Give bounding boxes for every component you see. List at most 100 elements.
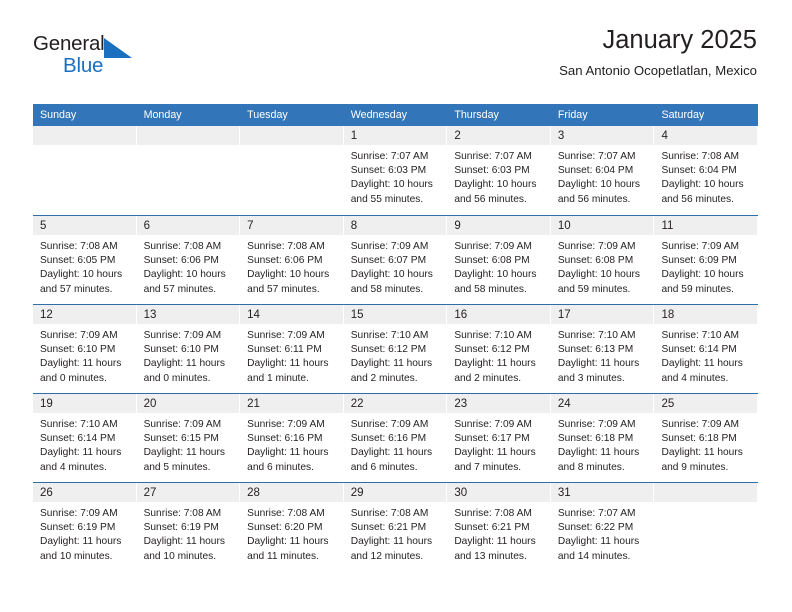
sunset-text: Sunset: 6:12 PM — [350, 344, 427, 356]
day-number: 29 — [343, 483, 448, 502]
calendar-day-cell[interactable]: 17 Sunrise: 7:10 AM Sunset: 6:13 PM Dayligh… — [550, 305, 655, 393]
day-number — [654, 483, 759, 502]
calendar-day-cell[interactable]: 9 Sunrise: 7:09 AM Sunset: 6:08 PM Daylight… — [447, 216, 551, 304]
day-number: 12 — [33, 305, 137, 324]
day-number: 16 — [447, 305, 551, 324]
daylight-text-line1: Daylight: 11 hours — [557, 536, 640, 548]
daylight-text-line2: and 58 minutes. — [454, 283, 527, 295]
day-details: Sunrise: 7:09 AM Sunset: 6:18 PM Daylight:… — [551, 413, 655, 475]
weekday-header-sunday: Sunday — [40, 109, 77, 121]
calendar-day-cell[interactable]: 19 Sunrise: 7:10 AM Sunset: 6:14 PM Dayligh… — [33, 394, 137, 482]
daylight-text-line2: and 14 minutes. — [557, 550, 631, 562]
calendar-day-cell[interactable]: 26 Sunrise: 7:09 AM Sunset: 6:19 PM Dayligh… — [33, 483, 137, 571]
day-details: Sunrise: 7:09 AM Sunset: 6:10 PM Daylight:… — [33, 324, 137, 386]
sunrise-text: Sunrise: 7:10 AM — [661, 330, 740, 341]
daylight-text-line1: Daylight: 11 hours — [40, 358, 122, 370]
calendar-day-cell[interactable]: 7 Sunrise: 7:08 AM Sunset: 6:06 PM Daylight… — [240, 216, 344, 304]
sunset-text: Sunset: 6:19 PM — [40, 522, 116, 534]
calendar-day-cell[interactable]: 21 Sunrise: 7:09 AM Sunset: 6:16 PM Dayligh… — [240, 394, 344, 482]
day-details: Sunrise: 7:08 AM Sunset: 6:20 PM Daylight:… — [240, 502, 344, 564]
day-number: 14 — [240, 305, 344, 324]
day-number: 8 — [343, 216, 448, 235]
sunrise-text: Sunrise: 7:10 AM — [454, 330, 532, 341]
day-number: 17 — [550, 305, 655, 324]
calendar-day-cell[interactable]: 12 Sunrise: 7:09 AM Sunset: 6:10 PM Dayligh… — [33, 305, 137, 393]
calendar-day-cell[interactable]: 13 Sunrise: 7:09 AM Sunset: 6:10 PM Dayligh… — [136, 305, 241, 393]
daylight-text-line2: and 4 minutes. — [40, 461, 107, 473]
general-blue-logo[interactable]: General Blue — [33, 32, 163, 82]
calendar-day-cell[interactable]: 29 Sunrise: 7:08 AM Sunset: 6:21 PM Dayligh… — [343, 483, 448, 571]
day-number: 24 — [550, 394, 655, 413]
day-details: Sunrise: 7:08 AM Sunset: 6:05 PM Daylight:… — [33, 235, 137, 297]
calendar-day-cell[interactable]: 15 Sunrise: 7:10 AM Sunset: 6:12 PM Dayligh… — [343, 305, 448, 393]
day-details: Sunrise: 7:09 AM Sunset: 6:08 PM Daylight:… — [551, 235, 655, 297]
calendar-day-cell[interactable]: 6 Sunrise: 7:08 AM Sunset: 6:06 PM Daylight… — [136, 216, 241, 304]
day-number: 19 — [33, 394, 137, 413]
sunrise-text: Sunrise: 7:08 AM — [350, 508, 429, 519]
calendar-day-cell[interactable]: 27 Sunrise: 7:08 AM Sunset: 6:19 PM Dayligh… — [136, 483, 241, 571]
calendar-weeks: 1 Sunrise: 7:07 AM Sunset: 6:03 PM Daylight… — [33, 126, 759, 571]
day-details: Sunrise: 7:08 AM Sunset: 6:06 PM Daylight:… — [240, 235, 344, 297]
sunset-text: Sunset: 6:08 PM — [557, 255, 634, 267]
day-number: 23 — [447, 394, 551, 413]
calendar-day-cell[interactable]: 1 Sunrise: 7:07 AM Sunset: 6:03 PM Daylight… — [343, 126, 448, 215]
calendar-day-cell[interactable]: 30 Sunrise: 7:08 AM Sunset: 6:21 PM Dayligh… — [447, 483, 551, 571]
calendar-day-cell[interactable]: 4 Sunrise: 7:08 AM Sunset: 6:04 PM Daylight… — [654, 126, 759, 215]
sunrise-text: Sunrise: 7:09 AM — [143, 419, 222, 430]
calendar-day-cell[interactable]: 20 Sunrise: 7:09 AM Sunset: 6:15 PM Dayligh… — [136, 394, 241, 482]
daylight-text-line2: and 13 minutes. — [454, 550, 527, 562]
daylight-text-line1: Daylight: 10 hours — [143, 269, 226, 281]
daylight-text-line2: and 56 minutes. — [454, 193, 527, 205]
day-details: Sunrise: 7:08 AM Sunset: 6:21 PM Daylight:… — [344, 502, 448, 564]
calendar-day-cell[interactable]: 31 Sunrise: 7:07 AM Sunset: 6:22 PM Dayligh… — [550, 483, 655, 571]
calendar-week-row: 12 Sunrise: 7:09 AM Sunset: 6:10 PM Dayligh… — [33, 304, 759, 393]
calendar-page: General Blue January 2025 San Antonio Oc… — [0, 0, 792, 612]
daylight-text-line1: Daylight: 11 hours — [350, 447, 433, 459]
weekday-header-friday: Friday — [557, 109, 588, 121]
sunset-text: Sunset: 6:12 PM — [454, 344, 530, 356]
calendar-day-cell[interactable]: 3 Sunrise: 7:07 AM Sunset: 6:04 PM Daylight… — [550, 126, 655, 215]
calendar-day-cell[interactable]: 11 Sunrise: 7:09 AM Sunset: 6:09 PM Dayligh… — [654, 216, 759, 304]
weekday-header-thursday: Thursday — [454, 109, 499, 121]
calendar-day-cell[interactable]: 2 Sunrise: 7:07 AM Sunset: 6:03 PM Daylight… — [447, 126, 551, 215]
sunset-text: Sunset: 6:11 PM — [247, 344, 322, 356]
sunset-text: Sunset: 6:10 PM — [143, 344, 219, 356]
day-number: 31 — [550, 483, 655, 502]
daylight-text-line1: Daylight: 10 hours — [350, 179, 433, 191]
daylight-text-line2: and 10 minutes. — [143, 550, 217, 562]
weekday-header-monday: Monday — [143, 109, 182, 121]
sunset-text: Sunset: 6:03 PM — [454, 165, 530, 177]
calendar-cell-empty — [33, 126, 137, 215]
calendar-day-cell[interactable]: 16 Sunrise: 7:10 AM Sunset: 6:12 PM Dayligh… — [447, 305, 551, 393]
calendar-day-cell[interactable]: 28 Sunrise: 7:08 AM Sunset: 6:20 PM Dayligh… — [240, 483, 344, 571]
calendar-day-cell[interactable]: 8 Sunrise: 7:09 AM Sunset: 6:07 PM Daylight… — [343, 216, 448, 304]
calendar-day-cell[interactable]: 22 Sunrise: 7:09 AM Sunset: 6:16 PM Dayligh… — [343, 394, 448, 482]
sunset-text: Sunset: 6:04 PM — [661, 165, 737, 177]
calendar-day-cell[interactable]: 24 Sunrise: 7:09 AM Sunset: 6:18 PM Dayligh… — [550, 394, 655, 482]
sunset-text: Sunset: 6:16 PM — [350, 433, 427, 445]
day-number: 20 — [136, 394, 241, 413]
calendar-day-cell[interactable]: 18 Sunrise: 7:10 AM Sunset: 6:14 PM Dayligh… — [654, 305, 759, 393]
sunset-text: Sunset: 6:05 PM — [40, 255, 116, 267]
daylight-text-line2: and 0 minutes. — [40, 372, 107, 384]
calendar-day-cell[interactable]: 25 Sunrise: 7:09 AM Sunset: 6:18 PM Dayligh… — [654, 394, 759, 482]
calendar-day-cell[interactable]: 14 Sunrise: 7:09 AM Sunset: 6:11 PM Dayligh… — [240, 305, 344, 393]
daylight-text-line2: and 59 minutes. — [557, 283, 631, 295]
daylight-text-line2: and 9 minutes. — [661, 461, 729, 473]
sunset-text: Sunset: 6:07 PM — [350, 255, 427, 267]
day-number — [136, 126, 241, 145]
day-details: Sunrise: 7:09 AM Sunset: 6:15 PM Daylight:… — [137, 413, 241, 475]
day-number: 4 — [654, 126, 759, 145]
daylight-text-line1: Daylight: 10 hours — [40, 269, 123, 281]
calendar-day-cell[interactable]: 23 Sunrise: 7:09 AM Sunset: 6:17 PM Dayligh… — [447, 394, 551, 482]
daylight-text-line1: Daylight: 10 hours — [557, 179, 641, 191]
day-details: Sunrise: 7:09 AM Sunset: 6:07 PM Daylight:… — [344, 235, 448, 297]
calendar-day-cell[interactable]: 5 Sunrise: 7:08 AM Sunset: 6:05 PM Daylight… — [33, 216, 137, 304]
daylight-text-line1: Daylight: 11 hours — [350, 536, 433, 548]
sunrise-text: Sunrise: 7:08 AM — [454, 508, 532, 519]
day-details: Sunrise: 7:07 AM Sunset: 6:03 PM Daylight:… — [447, 145, 551, 207]
calendar-week-row: 1 Sunrise: 7:07 AM Sunset: 6:03 PM Daylight… — [33, 126, 759, 215]
day-number: 6 — [136, 216, 241, 235]
calendar-day-cell[interactable]: 10 Sunrise: 7:09 AM Sunset: 6:08 PM Dayligh… — [550, 216, 655, 304]
sunset-text: Sunset: 6:19 PM — [143, 522, 219, 534]
